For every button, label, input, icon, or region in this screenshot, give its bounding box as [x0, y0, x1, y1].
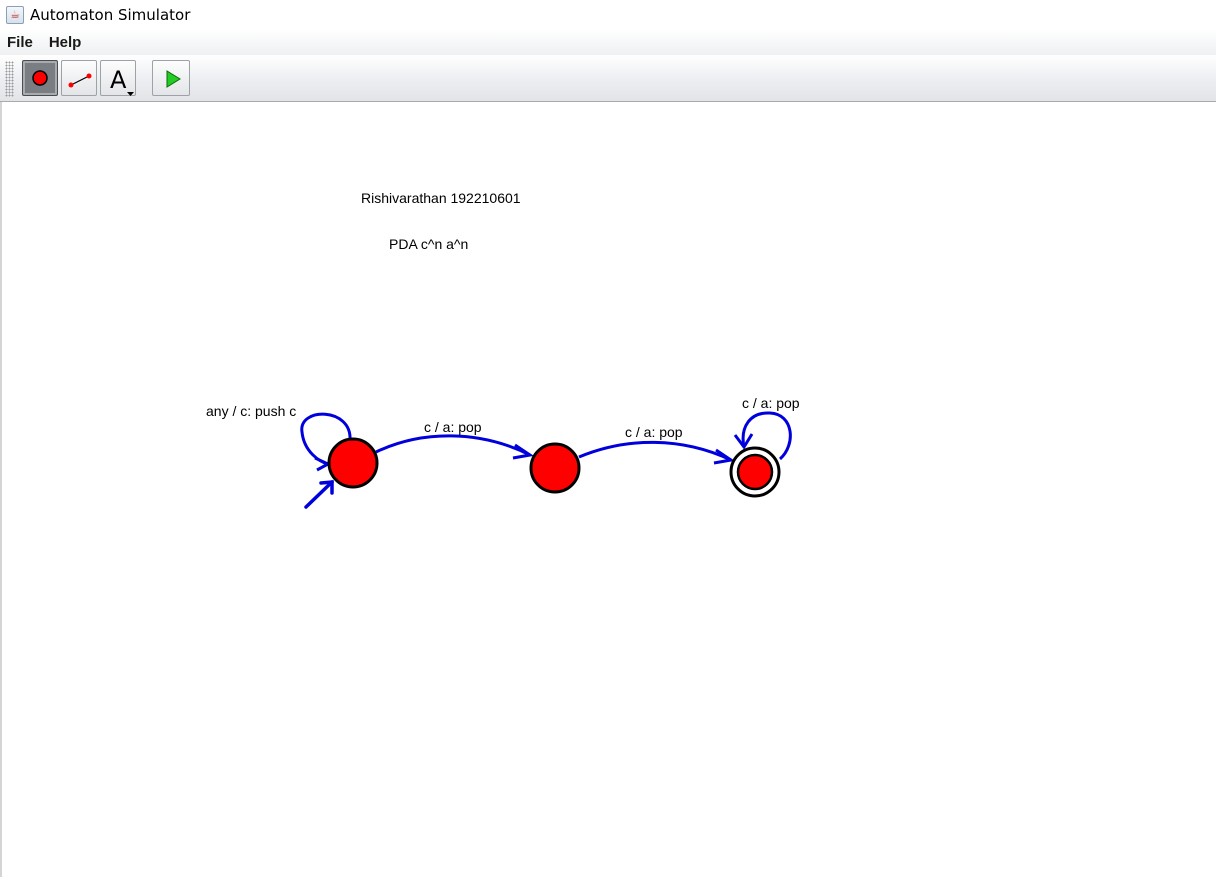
red-circle-icon	[32, 70, 48, 86]
state-q2-accepting[interactable]	[729, 446, 781, 498]
transition-label[interactable]: c / a: pop	[625, 424, 683, 440]
toolbar: A	[0, 55, 1216, 102]
letter-a-dropdown-icon: A	[110, 66, 134, 96]
automaton-diagram: any / c: push c c / a: pop c / a: pop c …	[206, 395, 800, 509]
transition-label[interactable]: c / a: pop	[424, 419, 482, 435]
transition-label[interactable]: any / c: push c	[206, 403, 296, 419]
menu-bar: File Help	[0, 29, 1216, 55]
state-tool-button[interactable]	[22, 60, 58, 96]
toolbar-grip[interactable]	[5, 61, 14, 97]
menu-file[interactable]: File	[0, 34, 41, 51]
text-tool-button[interactable]: A	[100, 60, 136, 96]
state-q0[interactable]	[327, 437, 379, 489]
java-cup-icon: ☕	[6, 5, 24, 24]
window-title: Automaton Simulator	[30, 5, 191, 24]
automaton-canvas[interactable]: Rishivarathan 192210601 PDA c^n a^n any …	[0, 102, 1216, 877]
menu-help[interactable]: Help	[41, 34, 90, 51]
line-arrow-icon	[68, 73, 92, 88]
transition-tool-button[interactable]	[61, 60, 97, 96]
transition-q1-q2[interactable]: c / a: pop	[578, 424, 735, 465]
run-button[interactable]	[152, 60, 190, 96]
initial-arrow	[304, 480, 334, 509]
green-play-icon	[166, 70, 181, 88]
transition-label[interactable]: c / a: pop	[742, 395, 800, 411]
title-bar: ☕ Automaton Simulator	[0, 0, 1216, 29]
transition-q0-q1[interactable]: c / a: pop	[375, 419, 534, 460]
text-tool-glyph: A	[110, 66, 127, 94]
state-q1[interactable]	[529, 442, 581, 494]
